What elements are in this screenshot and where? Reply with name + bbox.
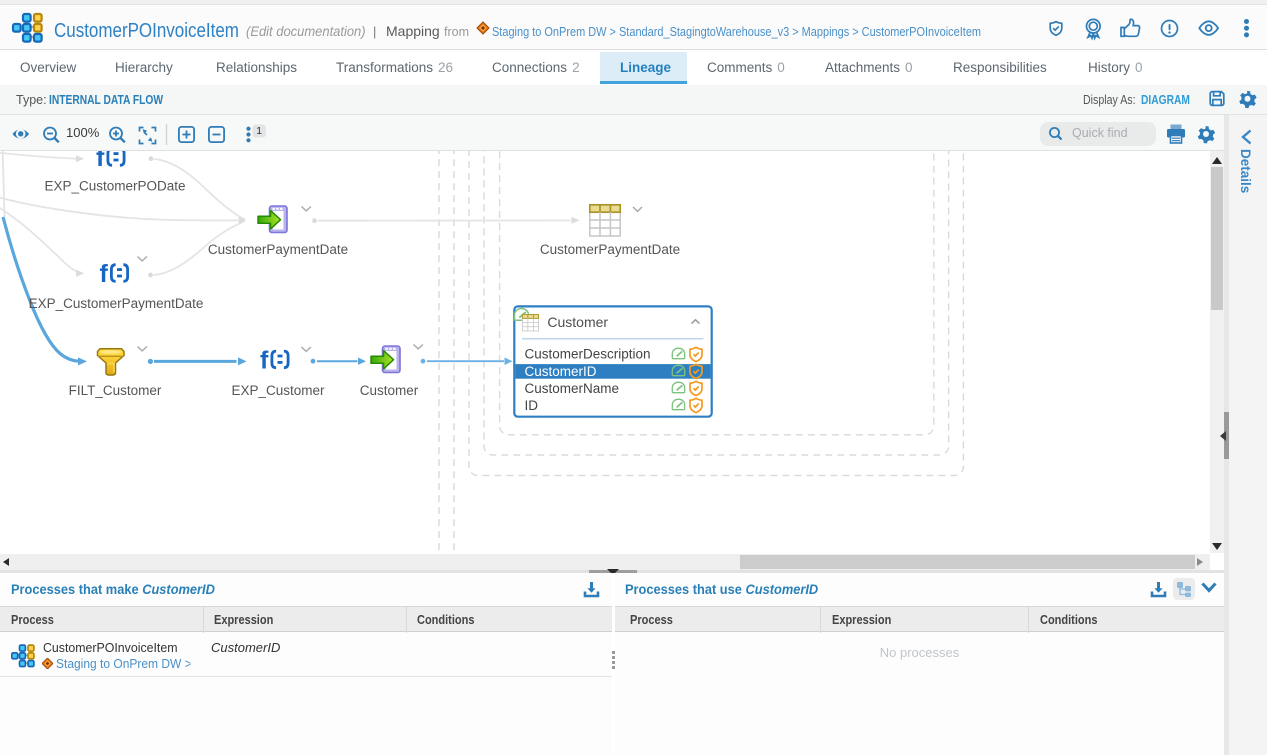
svg-text:Customer: Customer: [547, 314, 608, 330]
svg-text:1: 1: [256, 125, 262, 137]
svg-text:CustomerPaymentDate: CustomerPaymentDate: [540, 242, 680, 257]
svg-text:EXP_CustomerPODate: EXP_CustomerPODate: [44, 179, 185, 194]
svg-text:EXP_CustomerPaymentDate: EXP_CustomerPaymentDate: [29, 296, 204, 311]
svg-text:Customer: Customer: [360, 383, 419, 398]
svg-text:CustomerID: CustomerID: [525, 364, 597, 379]
svg-text:FILT_Customer: FILT_Customer: [69, 383, 162, 398]
svg-text:EXP_Customer: EXP_Customer: [231, 383, 325, 398]
svg-text:ID: ID: [525, 398, 539, 413]
svg-text:CustomerName: CustomerName: [525, 381, 620, 396]
svg-text:CustomerPaymentDate: CustomerPaymentDate: [208, 242, 348, 257]
svg-text:CustomerDescription: CustomerDescription: [525, 347, 651, 362]
